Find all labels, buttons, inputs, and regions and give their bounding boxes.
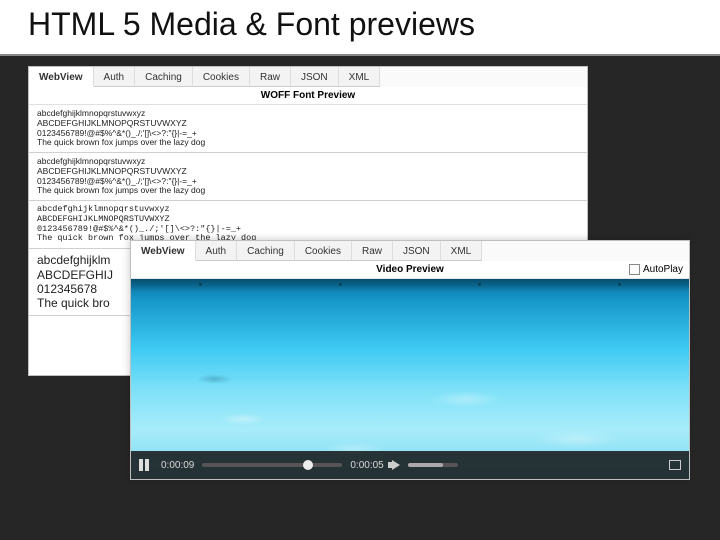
tab-raw[interactable]: Raw (352, 241, 393, 261)
font-sample-line: The quick brown fox jumps over the lazy … (37, 186, 579, 196)
tab-caching[interactable]: Caching (135, 67, 193, 87)
tab-json[interactable]: JSON (291, 67, 339, 87)
seek-knob-icon (303, 460, 313, 470)
video-area[interactable]: 0:00:09 0:00:05 (131, 279, 689, 479)
font-sample-block: abcdefghijklmnopqrstuvwxyz ABCDEFGHIJKLM… (29, 105, 587, 153)
autoplay-toggle[interactable]: AutoPlay (629, 264, 683, 275)
autoplay-label: AutoPlay (643, 264, 683, 275)
checkbox-icon (629, 264, 640, 275)
font-panel-title: WOFF Font Preview (29, 87, 587, 105)
elapsed-time: 0:00:09 (161, 460, 194, 471)
video-panel-tabs: WebView Auth Caching Cookies Raw JSON XM… (131, 241, 689, 261)
tab-raw[interactable]: Raw (250, 67, 291, 87)
font-sample-line: The quick brown fox jumps over the lazy … (37, 138, 579, 148)
volume-fill (408, 463, 443, 467)
volume-icon[interactable] (392, 460, 400, 470)
tab-webview[interactable]: WebView (29, 67, 94, 87)
font-sample-block: abcdefghijklmnopqrstuvwxyz ABCDEFGHIJKLM… (29, 153, 587, 201)
slide-title: HTML 5 Media & Font previews (28, 6, 475, 43)
pause-icon (145, 459, 149, 471)
video-panel-header: Video Preview AutoPlay (131, 261, 689, 279)
tab-webview[interactable]: WebView (131, 241, 196, 261)
tab-cookies[interactable]: Cookies (295, 241, 352, 261)
font-panel-tabs: WebView Auth Caching Cookies Raw JSON XM… (29, 67, 587, 87)
tab-caching[interactable]: Caching (237, 241, 295, 261)
tab-json[interactable]: JSON (393, 241, 441, 261)
seek-bar[interactable] (202, 463, 342, 467)
fullscreen-icon[interactable] (669, 460, 681, 470)
video-preview-panel: WebView Auth Caching Cookies Raw JSON XM… (130, 240, 690, 480)
pause-button[interactable] (139, 458, 153, 472)
video-frame-content (131, 279, 689, 479)
video-controls: 0:00:09 0:00:05 (131, 451, 689, 479)
tab-cookies[interactable]: Cookies (193, 67, 250, 87)
tab-xml[interactable]: XML (339, 67, 381, 87)
video-panel-title: Video Preview (131, 264, 689, 275)
pause-icon (139, 459, 143, 471)
tab-auth[interactable]: Auth (196, 241, 238, 261)
volume-bar[interactable] (408, 463, 458, 467)
remaining-time: 0:00:05 (350, 460, 383, 471)
tab-xml[interactable]: XML (441, 241, 483, 261)
tab-auth[interactable]: Auth (94, 67, 136, 87)
